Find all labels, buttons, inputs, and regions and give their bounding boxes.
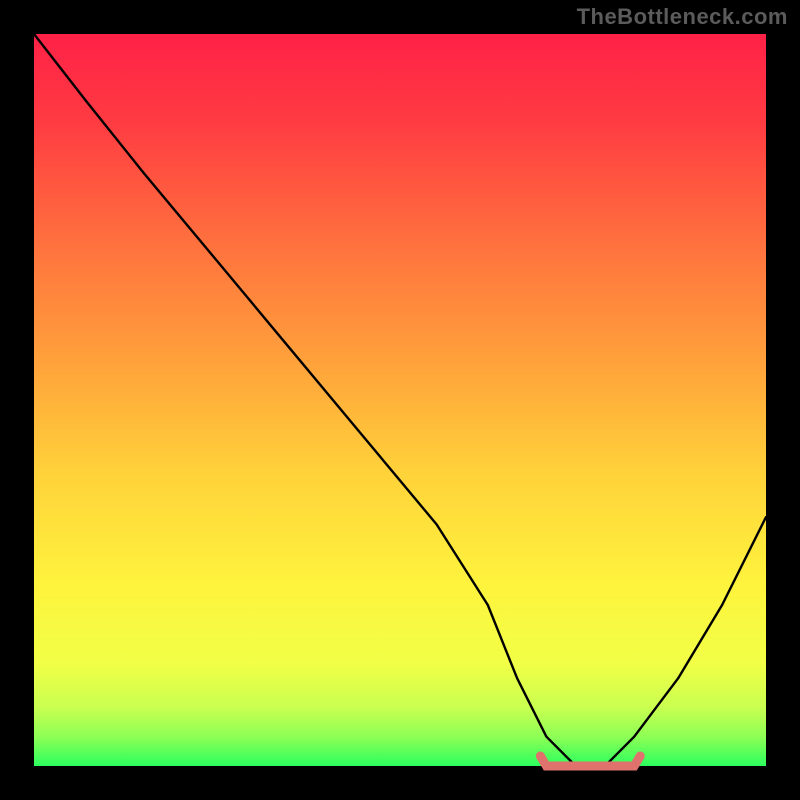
plot-background (34, 34, 766, 766)
watermark-text: TheBottleneck.com (577, 4, 788, 30)
chart-stage: TheBottleneck.com (0, 0, 800, 800)
bottleneck-chart-svg (0, 0, 800, 800)
